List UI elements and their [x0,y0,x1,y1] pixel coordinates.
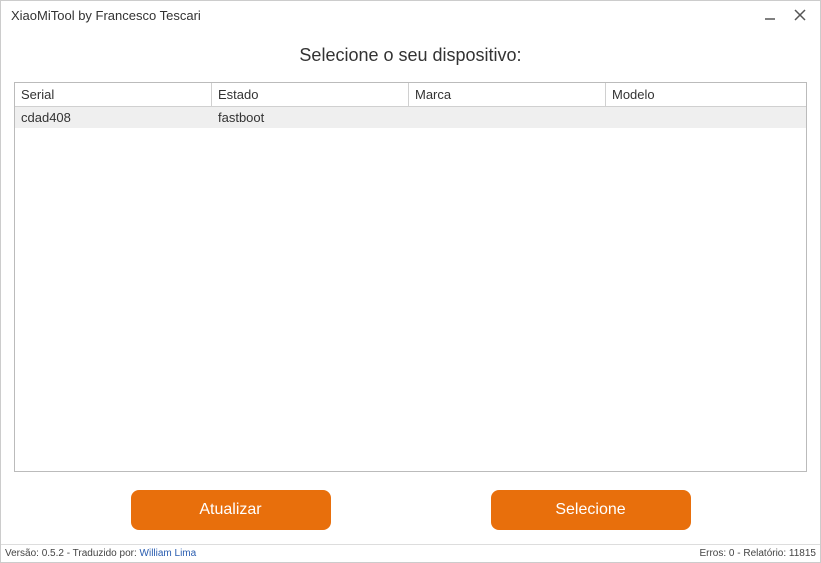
close-button[interactable] [790,5,810,25]
cell-serial: cdad408 [15,107,212,128]
window-title: XiaoMiTool by Francesco Tescari [11,8,760,23]
statusbar: Versão: 0.5.2 - Traduzido por: William L… [1,544,820,562]
column-header-estado[interactable]: Estado [212,83,409,106]
minimize-icon [763,8,777,22]
content-area: Selecione o seu dispositivo: Serial Esta… [1,29,820,544]
cell-marca [409,107,606,128]
page-heading: Selecione o seu dispositivo: [14,45,807,66]
version-text: Versão: 0.5.2 - Traduzido por: [5,548,140,559]
minimize-button[interactable] [760,5,780,25]
column-header-serial[interactable]: Serial [15,83,212,106]
column-header-modelo[interactable]: Modelo [606,83,806,106]
table-header-row: Serial Estado Marca Modelo [15,83,806,107]
cell-modelo [606,107,806,128]
button-row: Atualizar Selecione [14,472,807,544]
table-row[interactable]: cdad408fastboot [15,107,806,128]
column-header-marca[interactable]: Marca [409,83,606,106]
close-icon [793,8,807,22]
table-body: cdad408fastboot [15,107,806,471]
statusbar-errors: Erros: 0 - Relatório: 11815 [699,548,816,559]
device-table: Serial Estado Marca Modelo cdad408fastbo… [14,82,807,472]
app-window: XiaoMiTool by Francesco Tescari Selecion… [0,0,821,563]
refresh-button[interactable]: Atualizar [131,490,331,530]
translator-link[interactable]: William Lima [140,548,197,559]
select-button[interactable]: Selecione [491,490,691,530]
statusbar-version: Versão: 0.5.2 - Traduzido por: William L… [5,548,699,559]
window-controls [760,5,810,25]
cell-estado: fastboot [212,107,409,128]
titlebar: XiaoMiTool by Francesco Tescari [1,1,820,29]
